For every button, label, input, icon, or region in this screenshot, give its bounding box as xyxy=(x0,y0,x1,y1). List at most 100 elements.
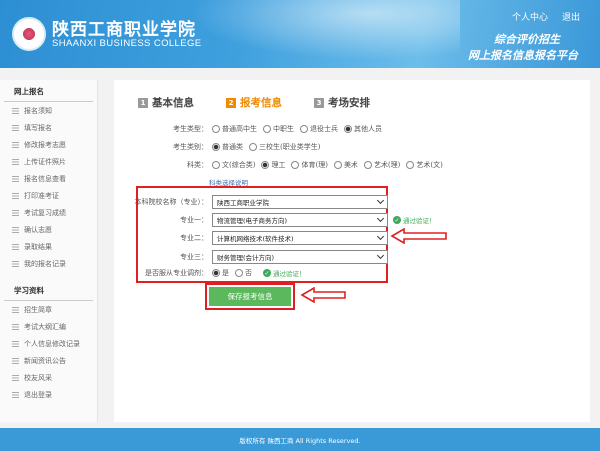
subject-row: 科类： 文(综合类) 理工 体育(理) 美术 艺术(理) 艺术(文) xyxy=(134,160,449,170)
step-application-info[interactable]: 2 报考信息 xyxy=(226,95,282,110)
subject-label: 科类： xyxy=(187,161,208,169)
chevron-down-icon xyxy=(376,214,385,223)
major2-row: 专业二： 计算机网络技术(软件技术) xyxy=(134,231,388,245)
step-indicator: 1 基本信息 2 报考信息 3 考场安排 xyxy=(138,95,370,110)
list-icon xyxy=(12,306,19,313)
step-label: 基本信息 xyxy=(152,97,194,109)
list-icon xyxy=(12,260,19,267)
major1-label: 专业一： xyxy=(180,216,208,224)
top-links: 个人中心 退出 xyxy=(512,10,580,23)
step-number: 3 xyxy=(314,97,324,108)
list-icon xyxy=(12,192,19,199)
sidebar-item-registration-5[interactable]: 打印准考证 xyxy=(0,187,97,204)
chevron-down-icon xyxy=(376,196,385,205)
sidebar-item-label: 打印准考证 xyxy=(24,191,59,200)
chevron-down-icon xyxy=(376,251,385,260)
sidebar-item-label: 修改报考志愿 xyxy=(24,140,66,149)
applicant-category-row: 考生类别： 普通类 三校生(职业类学生) xyxy=(134,142,326,152)
sidebar-item-materials-1[interactable]: 考试大纲汇编 xyxy=(0,318,97,335)
save-application-button[interactable]: 保存报考信息 xyxy=(209,287,291,306)
check-icon: ✓ xyxy=(263,269,271,277)
list-icon xyxy=(12,107,19,114)
subject-option[interactable]: 文(综合类) xyxy=(212,160,255,170)
footer: 版权所有 陕西工商 All Rights Reserved. xyxy=(0,428,600,451)
sidebar-item-label: 上传证件照片 xyxy=(24,157,66,166)
adjust-no-radio[interactable]: 否 xyxy=(235,268,252,278)
sidebar-item-label: 录取结果 xyxy=(24,242,52,251)
sidebar-item-registration-7[interactable]: 确认志愿 xyxy=(0,221,97,238)
copyright-text: 版权所有 陕西工商 All Rights Reserved. xyxy=(239,436,361,445)
subject-option[interactable]: 体育(理) xyxy=(291,160,328,170)
list-icon xyxy=(12,243,19,250)
sidebar-item-label: 我的报名记录 xyxy=(24,259,66,268)
arrow-left-icon xyxy=(390,228,447,244)
adjust-row: 是否服从专业调剂： 是 否 ✓ 通过验证！ xyxy=(134,268,306,278)
sidebar-item-label: 个人信息修改记录 xyxy=(24,339,80,348)
sidebar-item-materials-0[interactable]: 招生简章 xyxy=(0,301,97,318)
list-icon xyxy=(12,340,19,347)
sidebar-item-materials-4[interactable]: 校友风采 xyxy=(0,369,97,386)
list-icon xyxy=(12,175,19,182)
adjust-yes-radio[interactable]: 是 xyxy=(212,268,229,278)
sidebar-section-materials: 学习资料 xyxy=(4,279,93,301)
applicant-type-option[interactable]: 普通高中生 xyxy=(212,124,257,134)
chevron-down-icon xyxy=(376,232,385,241)
school-label: 本科院校名称（专业）： xyxy=(134,198,209,206)
applicant-type-option[interactable]: 中职生 xyxy=(263,124,294,134)
sidebar-section-registration: 网上报名 xyxy=(4,80,93,102)
school-name-cn: 陕西工商职业学院 xyxy=(52,20,196,40)
sidebar-item-materials-2[interactable]: 个人信息修改记录 xyxy=(0,335,97,352)
subject-option[interactable]: 艺术(理) xyxy=(363,160,400,170)
sidebar-item-materials-3[interactable]: 新闻资讯公告 xyxy=(0,352,97,369)
step-label: 考场安排 xyxy=(328,97,370,109)
sidebar-item-label: 报名信息查看 xyxy=(24,174,66,183)
list-icon xyxy=(12,209,19,216)
adjust-label: 是否服从专业调剂： xyxy=(145,269,208,277)
major2-select[interactable]: 计算机网络技术(软件技术) xyxy=(212,231,388,245)
step-basic-info[interactable]: 1 基本信息 xyxy=(138,95,194,110)
step-number: 2 xyxy=(226,97,236,108)
major1-select[interactable]: 物流管理(电子商务方向) xyxy=(212,213,388,227)
sidebar-item-label: 新闻资讯公告 xyxy=(24,356,66,365)
sidebar-item-registration-9[interactable]: 我的报名记录 xyxy=(0,255,97,272)
sidebar-item-registration-3[interactable]: 上传证件照片 xyxy=(0,153,97,170)
subject-option-selected[interactable]: 理工 xyxy=(261,160,285,170)
applicant-category-option-selected[interactable]: 普通类 xyxy=(212,142,243,152)
subject-option[interactable]: 美术 xyxy=(333,160,358,170)
adjust-verify-status: ✓ 通过验证！ xyxy=(263,269,306,278)
personal-center-link[interactable]: 个人中心 xyxy=(512,10,548,23)
sidebar-item-registration-0[interactable]: 报名须知 xyxy=(0,102,97,119)
header-decoration xyxy=(160,0,460,68)
major2-label: 专业二： xyxy=(180,234,208,242)
sidebar-item-registration-4[interactable]: 报名信息查看 xyxy=(0,170,97,187)
list-icon xyxy=(12,357,19,364)
list-icon xyxy=(12,391,19,398)
major3-row: 专业三： 财务管理(会计方向) xyxy=(134,250,388,264)
slogan-line1: 综合评价招生 xyxy=(494,33,560,46)
sidebar-item-registration-2[interactable]: 修改报考志愿 xyxy=(0,136,97,153)
applicant-type-option-selected[interactable]: 其他人员 xyxy=(344,124,382,134)
sidebar-item-label: 考试大纲汇编 xyxy=(24,322,66,331)
school-logo xyxy=(12,17,46,51)
step-exam-arrangement[interactable]: 3 考场安排 xyxy=(314,95,370,110)
major1-row: 专业一： 物流管理(电子商务方向) ✓ 通过验证！ xyxy=(134,213,436,227)
sidebar-item-label: 招生简章 xyxy=(24,305,52,314)
sidebar-item-label: 退出登录 xyxy=(24,390,52,399)
sidebar-item-registration-6[interactable]: 考试复习成绩 xyxy=(0,204,97,221)
sidebar-item-materials-5[interactable]: 退出登录 xyxy=(0,386,97,403)
sidebar-item-registration-8[interactable]: 录取结果 xyxy=(0,238,97,255)
applicant-category-option[interactable]: 三校生(职业类学生) xyxy=(249,142,320,152)
sidebar-item-registration-1[interactable]: 填写报名 xyxy=(0,119,97,136)
major3-select[interactable]: 财务管理(会计方向) xyxy=(212,250,388,264)
applicant-type-option[interactable]: 退役士兵 xyxy=(300,124,338,134)
sidebar-item-label: 确认志愿 xyxy=(24,225,52,234)
school-row: 本科院校名称（专业）： 陕西工商职业学院 xyxy=(134,195,388,209)
subject-option[interactable]: 艺术(文) xyxy=(406,160,443,170)
school-select[interactable]: 陕西工商职业学院 xyxy=(212,195,388,209)
main-panel: 1 基本信息 2 报考信息 3 考场安排 考生类型： 普通高中生 中职生 退役士… xyxy=(114,80,590,422)
logout-link[interactable]: 退出 xyxy=(562,10,580,23)
verify-status: ✓ 通过验证！ xyxy=(393,216,436,225)
applicant-category-label: 考生类别： xyxy=(173,143,208,151)
applicant-type-label: 考生类型： xyxy=(173,125,208,133)
check-icon: ✓ xyxy=(393,216,401,224)
